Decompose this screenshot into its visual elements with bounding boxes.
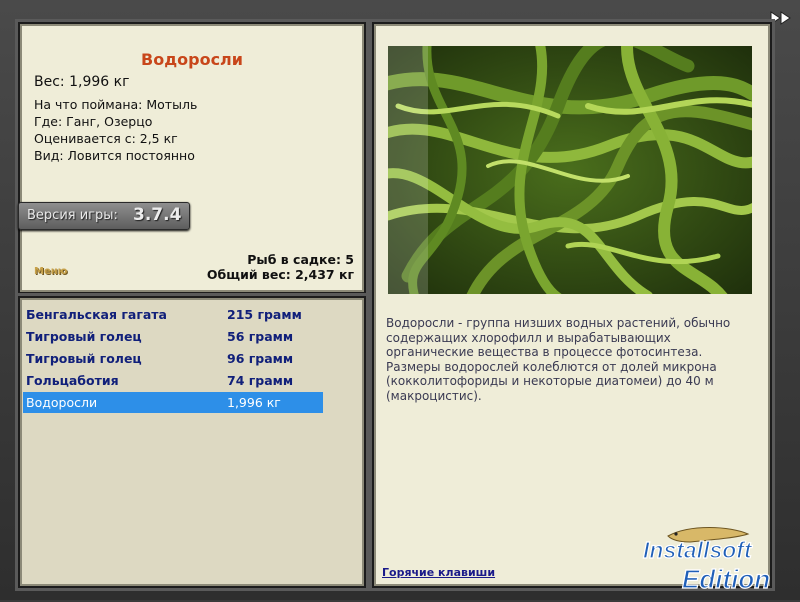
catch-weight: 215 грамм — [227, 307, 302, 322]
version-badge: Версия игры: 3.7.4 — [18, 202, 190, 230]
catch-list-item[interactable]: Гольцаботия 74 грамм — [23, 370, 323, 391]
location-text: Где: Ганг, Озерцо — [34, 114, 153, 129]
cage-total-weight: Общий вес: 2,437 кг — [206, 267, 354, 282]
catch-list-item[interactable]: Тигровый голец 96 грамм — [23, 348, 323, 369]
fish-title: Водоросли — [141, 50, 243, 69]
catch-weight: 56 грамм — [227, 329, 294, 344]
fish-info-panel: Водоросли Вес: 1,996 кг На что поймана: … — [18, 22, 366, 294]
menu-link[interactable]: Меню — [34, 266, 67, 277]
fish-description: Водоросли - группа низших водных растени… — [386, 316, 731, 403]
next-icon[interactable] — [770, 10, 792, 29]
detail-panel: Водоросли - группа низших водных растени… — [372, 22, 772, 588]
catch-name: Бенгальская гагата — [26, 307, 167, 322]
catch-name: Гольцаботия — [26, 373, 119, 388]
svg-text:Installsoft: Installsoft — [643, 537, 753, 563]
installsoft-logo: Installsoft Edition — [640, 520, 798, 598]
catch-weight: 96 грамм — [227, 351, 294, 366]
cage-summary: Рыб в садке: 5 Общий вес: 2,437 кг — [207, 252, 354, 282]
catch-list-panel: Бенгальская гагата 215 грамм Тигровый го… — [18, 296, 366, 588]
cage-count: Рыб в садке: 5 — [247, 252, 354, 267]
caught-on-text: На что поймана: Мотыль — [34, 97, 198, 112]
version-label: Версия игры: — [27, 208, 118, 223]
hotkeys-link[interactable]: Горячие клавиши — [382, 566, 495, 579]
version-number: 3.7.4 — [133, 205, 182, 225]
kind-text: Вид: Ловится постоянно — [34, 148, 195, 163]
catch-list-item[interactable]: Бенгальская гагата 215 грамм — [23, 304, 323, 325]
catch-list-item-selected[interactable]: Водоросли 1,996 кг — [23, 392, 323, 413]
catch-list-item[interactable]: Тигровый голец 56 грамм — [23, 326, 323, 347]
fish-weight: Вес: 1,996 кг — [34, 74, 130, 90]
catch-weight: 74 грамм — [227, 373, 294, 388]
fish-properties: На что поймана: Мотыль Где: Ганг, Озерцо… — [34, 96, 197, 164]
catch-name: Водоросли — [26, 395, 98, 410]
rated-from-text: Оценивается с: 2,5 кг — [34, 131, 178, 146]
seaweed-photo — [388, 46, 752, 294]
catch-weight: 1,996 кг — [227, 395, 281, 410]
catch-name: Тигровый голец — [26, 351, 142, 366]
catch-name: Тигровый голец — [26, 329, 142, 344]
svg-text:Edition: Edition — [682, 564, 770, 594]
